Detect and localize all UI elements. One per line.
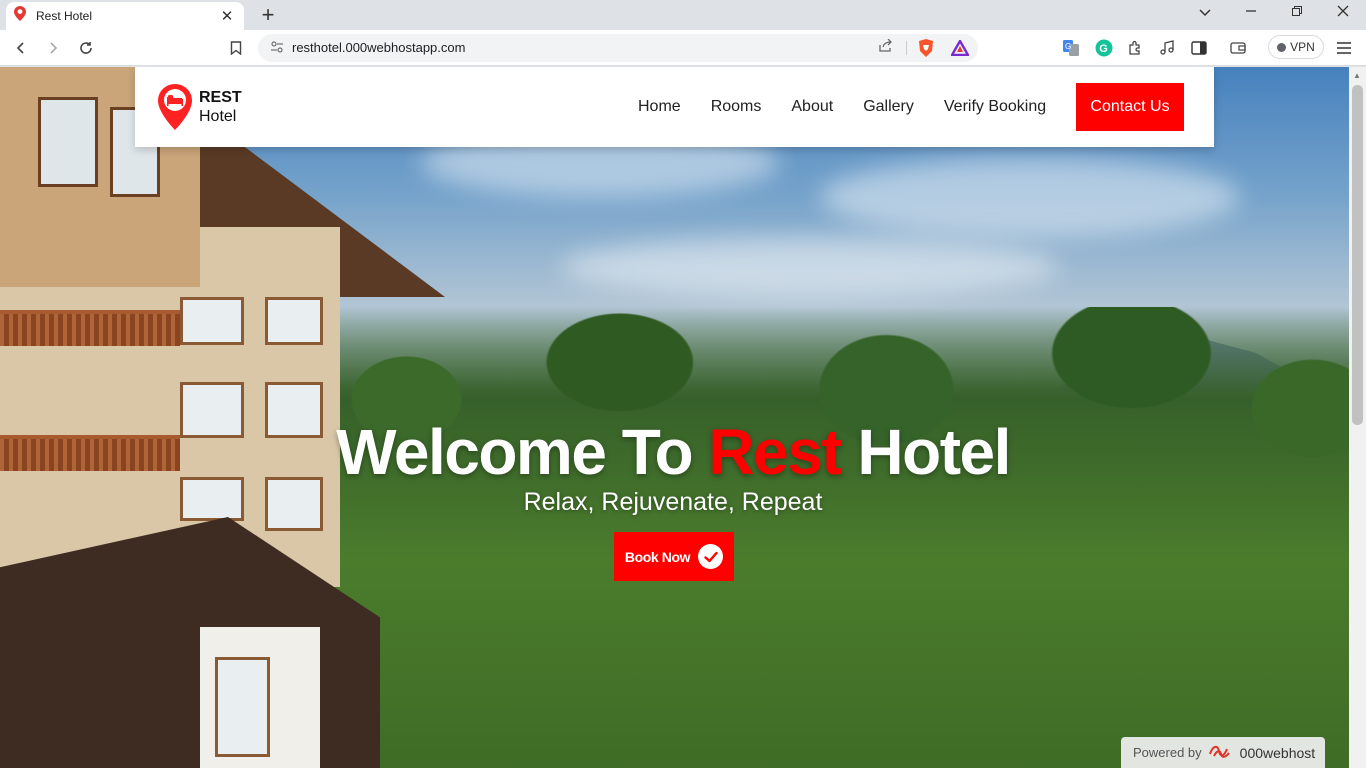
forward-arrow-icon[interactable] [42,37,64,59]
svg-text:G: G [1099,43,1108,55]
hero-subtitle: Relax, Rejuvenate, Repeat [523,488,823,516]
hero-title-start: Welcome To [336,416,709,488]
site-logo[interactable]: REST Hotel [157,83,242,131]
nav-link-rooms[interactable]: Rooms [711,98,762,116]
hotel-window [180,297,244,345]
media-controls-icon[interactable] [1157,38,1177,58]
cloud [820,157,1240,237]
translate-icon[interactable]: G [1061,38,1081,58]
scroll-up-icon[interactable]: ▲ [1353,71,1361,80]
book-now-label: Book Now [624,548,691,565]
vpn-label: VPN [1290,40,1315,54]
wallet-icon[interactable] [1228,38,1248,58]
powered-by-badge[interactable]: Powered by 000webhost [1121,737,1325,768]
extensions-icon[interactable] [1125,38,1145,58]
menu-icon[interactable] [1334,38,1354,58]
hotel-window [38,97,98,187]
hero-title-accent: Rest [708,416,842,488]
check-circle-icon [698,544,724,569]
browser-tab[interactable]: Rest Hotel ✕ [6,2,244,30]
sidebar-icon[interactable] [1189,38,1209,58]
powered-by-brand: 000webhost [1239,744,1316,761]
nav-link-gallery[interactable]: Gallery [863,98,914,116]
grammarly-icon[interactable]: G [1094,38,1114,58]
nav-link-about[interactable]: About [791,98,833,116]
brave-rewards-icon[interactable] [950,38,970,58]
nav-link-verify-booking[interactable]: Verify Booking [944,98,1046,116]
vpn-status-icon [1277,42,1287,52]
restore-icon[interactable] [1282,4,1312,20]
location-pin-icon [14,6,26,26]
browser-toolbar: resthotel.000webhostapp.com G G VPN [0,30,1366,66]
logo-subtitle: Hotel [199,108,237,125]
brave-shields-icon[interactable] [916,38,936,58]
hero-title-end: Hotel [841,416,1011,488]
hotel-gable [200,627,320,768]
site-info-icon[interactable] [270,40,284,57]
hotel-window [265,297,323,345]
vpn-button[interactable]: VPN [1268,35,1324,59]
contact-us-button[interactable]: Contact Us [1076,83,1184,131]
svg-text:G: G [1065,42,1071,51]
hotel-pin-icon [157,83,193,131]
hotel-balcony [0,310,180,346]
000webhost-logo-icon [1208,742,1234,763]
hotel-window [215,657,270,757]
cloud [560,237,1060,297]
book-now-button[interactable]: Book Now [614,532,734,581]
powered-by-label: Powered by [1133,745,1202,760]
tab-title: Rest Hotel [36,9,93,23]
minimize-icon[interactable] [1236,4,1266,20]
back-arrow-icon[interactable] [10,37,32,59]
new-tab-button[interactable]: + [256,3,280,27]
page-viewport: REST Hotel Home Rooms About Gallery Veri… [0,67,1366,768]
logo-title: REST [199,89,242,106]
site-navbar: REST Hotel Home Rooms About Gallery Veri… [135,67,1214,147]
address-bar[interactable]: resthotel.000webhostapp.com [258,34,978,62]
forest [300,307,1366,768]
divider [906,41,907,55]
share-icon[interactable] [878,38,893,56]
hero-title: Welcome To Rest Hotel [0,415,1346,489]
nav-menu: Home Rooms About Gallery Verify Booking [638,98,1076,116]
tab-search-icon[interactable] [1190,4,1220,20]
reload-icon[interactable] [75,37,97,59]
page-scrollbar[interactable]: ▲ [1349,67,1366,768]
close-tab-icon[interactable]: ✕ [218,7,236,25]
close-window-icon[interactable] [1328,4,1358,20]
bookmark-icon[interactable] [225,37,247,59]
url-text: resthotel.000webhostapp.com [292,40,466,55]
scrollbar-thumb[interactable] [1352,85,1363,425]
nav-link-home[interactable]: Home [638,98,681,116]
browser-tab-bar: Rest Hotel ✕ + [0,0,1366,30]
